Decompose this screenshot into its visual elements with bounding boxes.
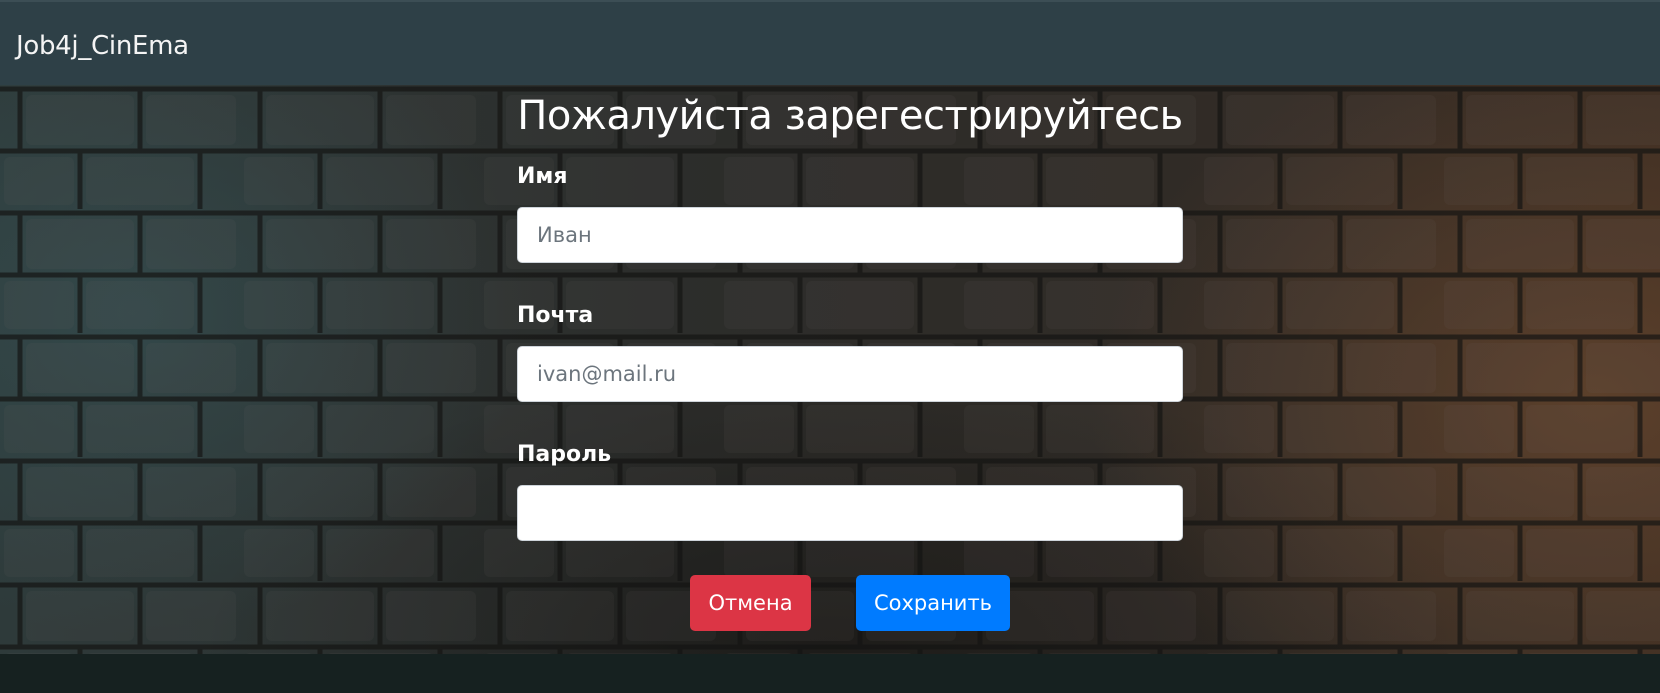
name-input[interactable] xyxy=(517,207,1183,263)
password-input[interactable] xyxy=(517,485,1183,541)
email-label: Почта xyxy=(517,303,594,328)
navbar: Job4j_CinEma xyxy=(0,0,1660,85)
footer-bar xyxy=(0,654,1660,693)
registration-form: Имя Почта Пароль xyxy=(517,85,1183,654)
password-label: Пароль xyxy=(517,442,612,467)
email-input[interactable] xyxy=(517,346,1183,402)
brick-wall-background: Пожалуйста зарегестрируйтесь Имя Почта П… xyxy=(0,85,1660,654)
name-label: Имя xyxy=(517,164,568,189)
cancel-button[interactable]: Отмена xyxy=(690,575,811,631)
save-button[interactable]: Сохранить xyxy=(856,575,1010,631)
brand-link[interactable]: Job4j_CinEma xyxy=(16,28,189,64)
